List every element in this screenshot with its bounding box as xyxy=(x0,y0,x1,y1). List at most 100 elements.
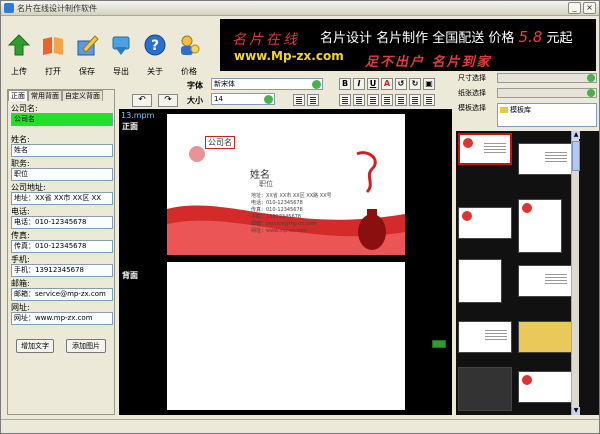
add-text-button[interactable]: 增加文字 xyxy=(16,339,54,353)
app-icon xyxy=(4,3,14,13)
template-root[interactable]: 模板库 xyxy=(510,106,531,114)
window-controls: _ × xyxy=(568,2,596,14)
italic-button[interactable]: I xyxy=(353,78,365,90)
about-button[interactable]: ? 关于 xyxy=(141,19,169,76)
card-size-select[interactable] xyxy=(497,73,597,83)
card-back[interactable] xyxy=(167,262,405,410)
tab-front[interactable]: 正面 xyxy=(8,90,28,101)
banner-brand: 名片在线 xyxy=(232,32,300,48)
card-info-line[interactable]: 手机：13912345678 xyxy=(251,213,301,220)
mobile-label: 手机: xyxy=(11,255,30,264)
undo-button[interactable]: ↶ xyxy=(132,94,152,107)
price-button[interactable]: 价格 xyxy=(175,19,203,76)
font-select[interactable]: 新宋体 xyxy=(211,78,323,90)
template-thumb[interactable] xyxy=(518,199,562,253)
text-properties-panel: 正面 常用背面 自定义背面 公司名: 公司名 姓名: 姓名 职务: 职位 公司地… xyxy=(7,89,115,415)
save-pencil-icon xyxy=(77,35,99,56)
template-thumb[interactable] xyxy=(458,259,502,303)
rotate-left-icon: ↺ xyxy=(397,79,405,88)
template-thumb[interactable] xyxy=(518,265,572,297)
template-thumb[interactable] xyxy=(458,321,512,353)
layer-button[interactable]: ▣ xyxy=(423,78,435,90)
redo-button[interactable]: ↷ xyxy=(158,94,178,107)
align-center-icon xyxy=(310,97,316,98)
align-left-button[interactable] xyxy=(293,94,305,106)
design-canvas[interactable]: 13.mpm 正面 背面 公司名 姓名 职位 地址：XX省 XX市 XX区 XX… xyxy=(119,109,452,415)
next-arrow-icon[interactable] xyxy=(432,340,446,348)
close-icon[interactable]: × xyxy=(583,2,596,14)
color-button[interactable]: A xyxy=(381,78,393,90)
rotate-right-button[interactable]: ↻ xyxy=(409,78,421,90)
price-label: 价格 xyxy=(181,67,197,76)
file-tab[interactable]: 13.mpm xyxy=(121,111,154,120)
card-front[interactable]: 公司名 姓名 职位 地址：XX省 XX市 XX区 XX路 XX号 电话：010-… xyxy=(167,114,405,255)
template-thumb[interactable] xyxy=(458,133,512,165)
open-label: 打开 xyxy=(45,67,61,76)
fax-input[interactable]: 传真：010-12345678 xyxy=(11,240,113,253)
save-button[interactable]: 保存 xyxy=(73,19,101,76)
template-tree[interactable]: 模板库 xyxy=(497,103,597,127)
upload-button[interactable]: 上传 xyxy=(5,19,33,76)
tab-common-back[interactable]: 常用背面 xyxy=(28,90,62,101)
align-top-icon xyxy=(342,97,348,98)
underline-button[interactable]: U xyxy=(367,78,379,90)
layer-icon: ▣ xyxy=(425,79,433,88)
company-input[interactable]: 公司名 xyxy=(11,113,113,126)
template-thumb[interactable] xyxy=(518,321,572,353)
minimize-icon[interactable]: _ xyxy=(568,2,581,14)
mobile-input[interactable]: 手机：13912345678 xyxy=(11,264,113,277)
template-thumb[interactable] xyxy=(458,207,512,239)
email-label: 邮箱: xyxy=(11,279,30,288)
thumb-lines xyxy=(545,152,567,153)
redo-icon: ↷ xyxy=(164,95,172,105)
size-select-value: 14 xyxy=(214,95,223,103)
back-side-label: 背面 xyxy=(122,271,138,280)
gallery-scrollbar[interactable]: ▲ ▼ xyxy=(571,131,580,415)
thumb-lines xyxy=(545,274,567,275)
export-button[interactable]: 导出 xyxy=(107,19,135,76)
phone-input[interactable]: 电话：010-12345678 xyxy=(11,216,113,229)
card-info-line[interactable]: 邮箱：service@mp-zx.com xyxy=(251,220,317,227)
app-window: 名片在线设计制作软件 _ × 上传 打开 保存 导出 ? 关于 价格 名片在线 … xyxy=(0,0,600,434)
add-image-button[interactable]: 添加图片 xyxy=(66,339,106,353)
bold-button[interactable]: B xyxy=(339,78,351,90)
distribute-v-button[interactable] xyxy=(409,94,421,106)
distribute-h-button[interactable] xyxy=(395,94,407,106)
card-info-line[interactable]: 电话：010-12345678 xyxy=(251,199,303,206)
name-input[interactable]: 姓名 xyxy=(11,144,113,157)
tab-custom-back[interactable]: 自定义背面 xyxy=(62,90,103,101)
price-person-icon xyxy=(181,35,200,55)
main-toolbar: 上传 打开 保存 导出 ? 关于 价格 xyxy=(1,17,216,76)
same-size-button[interactable] xyxy=(423,94,435,106)
card-title[interactable]: 职位 xyxy=(259,179,273,189)
open-button[interactable]: 打开 xyxy=(39,19,67,76)
template-thumb[interactable] xyxy=(518,371,572,403)
align-bottom-button[interactable] xyxy=(367,94,379,106)
template-thumb[interactable] xyxy=(458,367,512,411)
template-thumb[interactable] xyxy=(518,143,572,175)
ad-banner[interactable]: 名片在线 名片设计 名片制作 全国配送 价格 5.8 元起 www.Mp-zx.… xyxy=(220,19,596,71)
address-input[interactable]: 地址：XX省 XX市 XX区 XX xyxy=(11,192,113,205)
website-input[interactable]: 网址：www.mp-zx.com xyxy=(11,312,113,325)
align-middle-button[interactable] xyxy=(353,94,365,106)
upload-arrow-icon xyxy=(7,34,31,56)
email-input[interactable]: 邮箱：service@mp-zx.com xyxy=(11,288,113,301)
position-label: 职务: xyxy=(11,159,30,168)
card-info-line[interactable]: 网址：www.mp-zx.com xyxy=(251,227,307,234)
card-company[interactable]: 公司名 xyxy=(205,136,235,149)
scroll-up-icon[interactable]: ▲ xyxy=(572,131,580,139)
paper-select[interactable] xyxy=(497,88,597,98)
dropdown-icon xyxy=(264,95,273,104)
scroll-down-icon[interactable]: ▼ xyxy=(572,407,580,415)
rotate-left-button[interactable]: ↺ xyxy=(395,78,407,90)
card-info-line[interactable]: 地址：XX省 XX市 XX区 XX路 XX号 xyxy=(251,192,332,199)
card-info-line[interactable]: 传真：010-12345678 xyxy=(251,206,303,213)
scroll-thumb[interactable] xyxy=(572,141,580,171)
help-question-icon: ? xyxy=(144,34,166,56)
align-center-button[interactable] xyxy=(307,94,319,106)
align-top-button[interactable] xyxy=(339,94,351,106)
align-right-button[interactable] xyxy=(381,94,393,106)
size-select[interactable]: 14 xyxy=(211,93,275,105)
position-input[interactable]: 职位 xyxy=(11,168,113,181)
title-bar: 名片在线设计制作软件 _ × xyxy=(1,1,599,16)
